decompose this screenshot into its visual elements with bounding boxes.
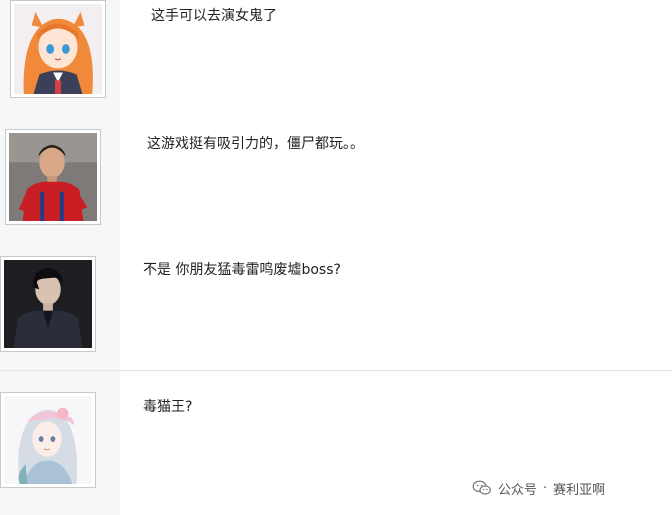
- comment-text: 毒猫王?: [143, 399, 193, 415]
- football-player-avatar-icon: [9, 133, 97, 221]
- avatar[interactable]: [0, 256, 96, 352]
- wechat-icon: [472, 480, 491, 495]
- avatar[interactable]: [5, 129, 101, 225]
- avatar[interactable]: [10, 0, 106, 98]
- watermark-prefix: 公众号: [498, 482, 538, 498]
- avatar[interactable]: [0, 392, 96, 488]
- divider: [0, 370, 672, 371]
- anime-girl-avatar-icon: [14, 4, 102, 94]
- watermark: 公众号 · 赛利亚啊: [472, 478, 605, 498]
- comment-text: 不是 你朋友猛毒雷鸣废墟boss?: [143, 262, 341, 278]
- comment-text: 这手可以去演女鬼了: [151, 8, 277, 24]
- comment-text: 这游戏挺有吸引力的，僵尸都玩。。: [147, 136, 364, 152]
- fantasy-girl-avatar-icon: [4, 396, 92, 484]
- watermark-separator: ·: [543, 480, 548, 496]
- man-portrait-avatar-icon: [4, 260, 92, 348]
- watermark-name: 赛利亚啊: [553, 482, 606, 498]
